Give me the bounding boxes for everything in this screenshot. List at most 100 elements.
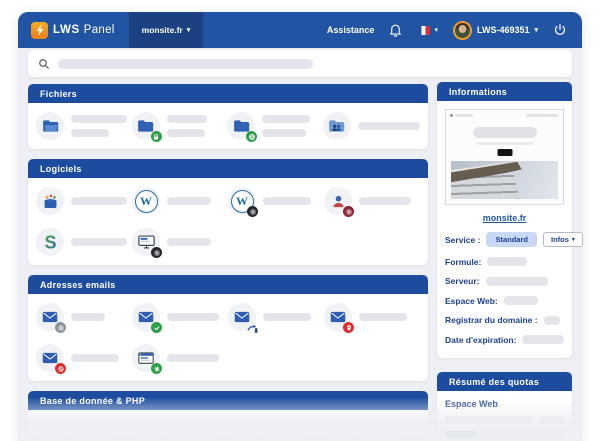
php-icon bbox=[324, 425, 352, 441]
informations-header: Informations bbox=[437, 82, 572, 101]
site-link[interactable]: monsite.fr bbox=[445, 213, 564, 223]
section-card bbox=[28, 294, 428, 381]
skeleton-line bbox=[167, 115, 207, 123]
info-row-expiration: Date d'expiration: bbox=[445, 335, 564, 345]
lws-brand: LWS Panel bbox=[18, 12, 115, 48]
row-label: Serveur: bbox=[445, 276, 480, 286]
skeleton-line bbox=[71, 115, 127, 123]
auto-installer-icon bbox=[36, 187, 64, 215]
section-logiciels: Logiciels W W bbox=[28, 159, 428, 265]
item-cutoff[interactable] bbox=[228, 419, 324, 441]
section-header: Base de donnée & PHP bbox=[28, 391, 428, 410]
skeleton-line bbox=[71, 313, 105, 321]
check-badge-icon bbox=[151, 322, 162, 333]
quota-usage-row bbox=[445, 416, 564, 424]
account-menu[interactable]: LWS-469351 ▾ bbox=[453, 21, 538, 40]
service-standard-badge: Standard bbox=[486, 232, 537, 247]
skeleton-line bbox=[71, 197, 127, 205]
notifications-bell-icon[interactable] bbox=[389, 23, 402, 37]
topbar: LWS Panel monsite.fr ▾ Assistance ▾ bbox=[18, 12, 582, 48]
item-auto-installer[interactable] bbox=[36, 187, 132, 215]
skeleton-line bbox=[359, 313, 407, 321]
skeleton-line bbox=[359, 197, 411, 205]
usage-skeleton bbox=[445, 416, 533, 424]
chevron-down-icon: ▾ bbox=[434, 26, 438, 34]
item-screen-settings[interactable] bbox=[132, 228, 228, 256]
topbar-actions: Assistance ▾ LWS-469351 ▾ bbox=[327, 12, 582, 48]
row-label: Date d'expiration: bbox=[445, 335, 516, 345]
thumb-nav-line bbox=[526, 114, 558, 117]
folder-open-icon bbox=[36, 112, 64, 140]
skeleton-line bbox=[263, 435, 303, 441]
row-label: Espace Web: bbox=[445, 296, 498, 306]
row-label: Formule: bbox=[445, 257, 481, 267]
lws-panel-page: LWS Panel monsite.fr ▾ Assistance ▾ bbox=[0, 0, 600, 441]
search-input[interactable] bbox=[28, 50, 572, 77]
section-card bbox=[28, 103, 428, 149]
language-selector[interactable]: ▾ bbox=[417, 26, 438, 35]
email-forward-icon bbox=[228, 303, 256, 331]
skeleton-line bbox=[262, 115, 310, 123]
item-folder-open[interactable] bbox=[36, 112, 132, 140]
section-adresses-emails: Adresses emails bbox=[28, 275, 428, 381]
site-preview-thumbnail bbox=[445, 109, 564, 205]
item-cutoff[interactable] bbox=[324, 419, 420, 441]
item-email-forward[interactable] bbox=[228, 303, 324, 331]
thumb-building-photo bbox=[451, 161, 558, 199]
lock-badge-icon bbox=[151, 131, 162, 142]
skeleton-line bbox=[358, 122, 420, 130]
section-fichiers: Fichiers bbox=[28, 84, 428, 149]
informations-card: monsite.fr Service : Standard Infos ▾ Fo… bbox=[437, 101, 572, 358]
location-pin-badge-icon bbox=[343, 322, 354, 333]
gear-badge-icon bbox=[247, 206, 258, 217]
email-check-icon bbox=[132, 303, 160, 331]
wordpress-settings-icon: W bbox=[228, 187, 256, 215]
value-skeleton bbox=[504, 296, 538, 305]
info-row-registrar: Registrar du domaine : bbox=[445, 315, 564, 325]
skeleton-line bbox=[359, 435, 403, 441]
section-base-de-donnee-php: Base de donnée & PHP bbox=[28, 391, 428, 441]
user-settings-icon bbox=[324, 187, 352, 215]
item-webmail[interactable] bbox=[132, 344, 228, 372]
item-email-block[interactable] bbox=[36, 344, 132, 372]
skeleton-line bbox=[167, 238, 211, 246]
site-selector-label: monsite.fr bbox=[142, 25, 183, 35]
quotas-header: Résumé des quotas bbox=[437, 372, 572, 391]
item-email-check[interactable] bbox=[132, 303, 228, 331]
item-email-location[interactable] bbox=[324, 303, 420, 331]
item-wordpress[interactable]: W bbox=[132, 187, 228, 215]
skeleton-line bbox=[167, 197, 211, 205]
value-skeleton bbox=[522, 335, 564, 344]
skeleton-line bbox=[263, 313, 311, 321]
item-user-settings[interactable] bbox=[324, 187, 420, 215]
gear-badge-icon bbox=[343, 206, 354, 217]
skeleton-line bbox=[167, 129, 205, 137]
item-email-settings[interactable] bbox=[36, 303, 132, 331]
value-skeleton bbox=[486, 277, 548, 286]
forward-person-badge-icon bbox=[247, 322, 258, 333]
item-folder-protected[interactable] bbox=[132, 112, 228, 140]
database-icon bbox=[132, 425, 160, 441]
item-sitebuilder[interactable]: S bbox=[36, 228, 132, 256]
info-row-espace-web: Espace Web: bbox=[445, 296, 564, 306]
site-selector-tab[interactable]: monsite.fr ▾ bbox=[129, 12, 204, 48]
quota-label: Espace Web bbox=[445, 399, 564, 409]
skeleton-line bbox=[71, 435, 115, 441]
item-folder-web[interactable] bbox=[227, 112, 323, 140]
chevron-down-icon: ▾ bbox=[187, 26, 191, 34]
assistance-link[interactable]: Assistance bbox=[327, 25, 375, 35]
item-cutoff[interactable] bbox=[36, 419, 132, 441]
infos-dropdown-button[interactable]: Infos ▾ bbox=[543, 232, 583, 247]
logout-power-icon[interactable] bbox=[553, 23, 567, 37]
thumb-heading-skeleton bbox=[473, 127, 537, 138]
total-skeleton bbox=[540, 416, 564, 424]
item-cutoff[interactable] bbox=[132, 419, 228, 441]
quota-progress-fill bbox=[445, 431, 477, 438]
skeleton-line bbox=[71, 238, 127, 246]
brand-lws-text: LWS bbox=[53, 24, 80, 36]
french-flag-icon bbox=[417, 26, 430, 35]
info-row-serveur: Serveur: bbox=[445, 276, 564, 286]
skeleton-line bbox=[262, 129, 306, 137]
item-folder-users[interactable] bbox=[323, 112, 420, 140]
item-wordpress-manage[interactable]: W bbox=[228, 187, 324, 215]
